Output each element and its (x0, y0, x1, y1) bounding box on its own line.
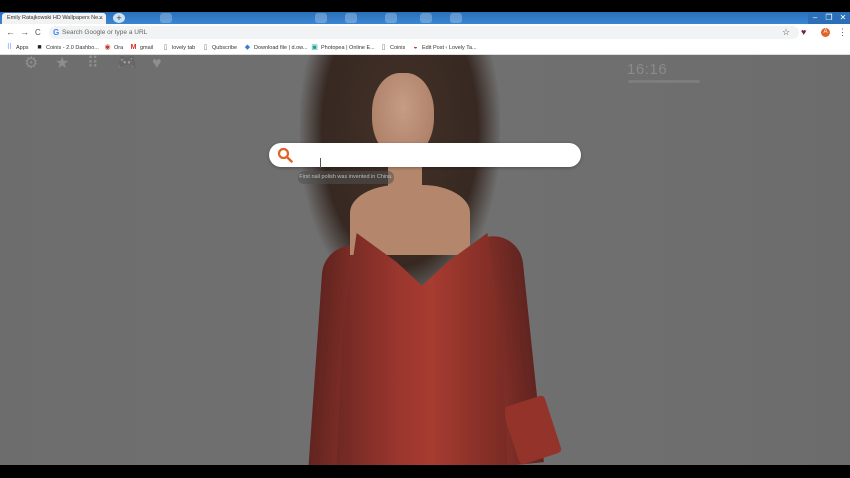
apps-grid-icon[interactable]: ⠿ (87, 55, 99, 73)
bookmark-label: Apps (16, 44, 29, 51)
tab-title: Emily Ratajkowski HD Wallpapers Ne... (7, 15, 103, 21)
screen-bottom-border (0, 465, 850, 478)
window-controls: – ❐ ✕ (808, 12, 850, 24)
settings-gear-icon[interactable]: ⚙ (24, 55, 38, 73)
address-input[interactable] (62, 26, 762, 39)
bookmark-item[interactable]: ▣ Photopea | Online E... (311, 41, 375, 54)
bookmark-star-icon[interactable]: ☆ (782, 26, 790, 39)
bookmark-label: Coinis - 2.0 Dashbo... (46, 44, 99, 51)
minimize-icon[interactable]: – (808, 12, 822, 24)
search-input[interactable] (301, 146, 571, 164)
browser-menu-icon[interactable]: ⋮ (838, 26, 847, 39)
mouse-text-cursor (320, 158, 321, 168)
photopea-icon: ▣ (311, 44, 318, 51)
tab-strip: Emily Ratajkowski HD Wallpapers Ne... × … (0, 12, 850, 24)
taskbar-shortcut-icon (420, 13, 432, 23)
download-icon: ◆ (244, 44, 251, 51)
reload-icon[interactable]: C (35, 26, 41, 39)
bookmark-item[interactable]: ◉ Ora (104, 41, 123, 54)
forward-arrow-icon[interactable]: → (20, 26, 29, 39)
screen-top-border (0, 0, 850, 12)
maximize-icon[interactable]: ❐ (822, 12, 836, 24)
new-tab-page: ⚙ ★ ⠿ 🎮 ♥ 16:16 First nail polish was in… (0, 55, 850, 465)
clock-date-placeholder (628, 80, 700, 83)
taskbar-shortcut-icon (345, 13, 357, 23)
bookmark-item[interactable]: ◒ Edit Post ‹ Lovely Ta... (412, 41, 477, 54)
search-bar[interactable] (269, 143, 581, 167)
search-icon[interactable] (277, 147, 293, 163)
wallpaper-dim-overlay (0, 55, 850, 465)
wordpress-icon: ◒ (413, 44, 418, 51)
back-arrow-icon[interactable]: ← (6, 26, 15, 39)
page-icon: ▯ (163, 44, 168, 51)
bookmark-label: gmail (140, 44, 154, 51)
profile-avatar[interactable]: A (821, 28, 830, 37)
page-icon: ▯ (203, 44, 208, 51)
coinis-icon: ■ (37, 44, 42, 51)
extension-heart-icon[interactable]: ♥ (801, 26, 806, 39)
bookmark-label: Photopea | Online E... (321, 44, 375, 51)
tab-active[interactable]: Emily Ratajkowski HD Wallpapers Ne... × (2, 13, 106, 24)
new-tab-button[interactable]: + (113, 13, 125, 23)
browser-toolbar: ← → C G ☆ ♥ A ⋮ (0, 24, 850, 41)
taskbar-shortcut-icon (315, 13, 327, 23)
bookmark-label: Qubscribe (212, 44, 238, 51)
apps-grid-icon: ⠿ (6, 44, 13, 51)
taskbar-shortcut-icon (160, 13, 172, 23)
bookmark-label: Edit Post ‹ Lovely Ta... (422, 44, 477, 51)
address-bar[interactable]: G (49, 26, 799, 39)
google-icon: G (53, 28, 60, 37)
close-window-icon[interactable]: ✕ (836, 12, 850, 24)
tab-close-icon[interactable]: × (99, 13, 103, 24)
taskbar-shortcut-icon (450, 13, 462, 23)
bookmark-item[interactable]: ■ Coinis - 2.0 Dashbo... (36, 41, 99, 54)
bookmark-item[interactable]: ▯ lovely tab (162, 41, 196, 54)
clock-time: 16:16 (627, 61, 668, 78)
bookmark-item[interactable]: ◆ Download file | d.ow... (244, 41, 308, 54)
bookmark-label: Download file | d.ow... (254, 44, 308, 51)
gmail-icon: M (130, 44, 137, 51)
favorite-heart-icon[interactable]: ♥ (152, 55, 162, 73)
bookmark-item[interactable]: ⠿ Apps (6, 41, 29, 54)
ora-icon: ◉ (104, 44, 111, 51)
bookmarks-bar: ⠿ Apps ■ Coinis - 2.0 Dashbo... ◉ Ora M … (0, 41, 850, 55)
bookmark-item[interactable]: M gmail (130, 41, 154, 54)
bookmark-label: Coinis (390, 44, 406, 51)
page-icon: ▯ (381, 44, 386, 51)
favorites-star-icon[interactable]: ★ (55, 55, 69, 73)
bookmark-label: Ora (114, 44, 124, 51)
fun-fact-tooltip: First nail polish was invented in China. (298, 171, 394, 184)
taskbar-shortcut-icon (385, 13, 397, 23)
bookmark-item[interactable]: ▯ Coinis (380, 41, 406, 54)
bookmark-item[interactable]: ▯ Qubscribe (202, 41, 238, 54)
games-gamepad-icon[interactable]: 🎮 (117, 55, 137, 73)
bookmark-label: lovely tab (172, 44, 196, 51)
